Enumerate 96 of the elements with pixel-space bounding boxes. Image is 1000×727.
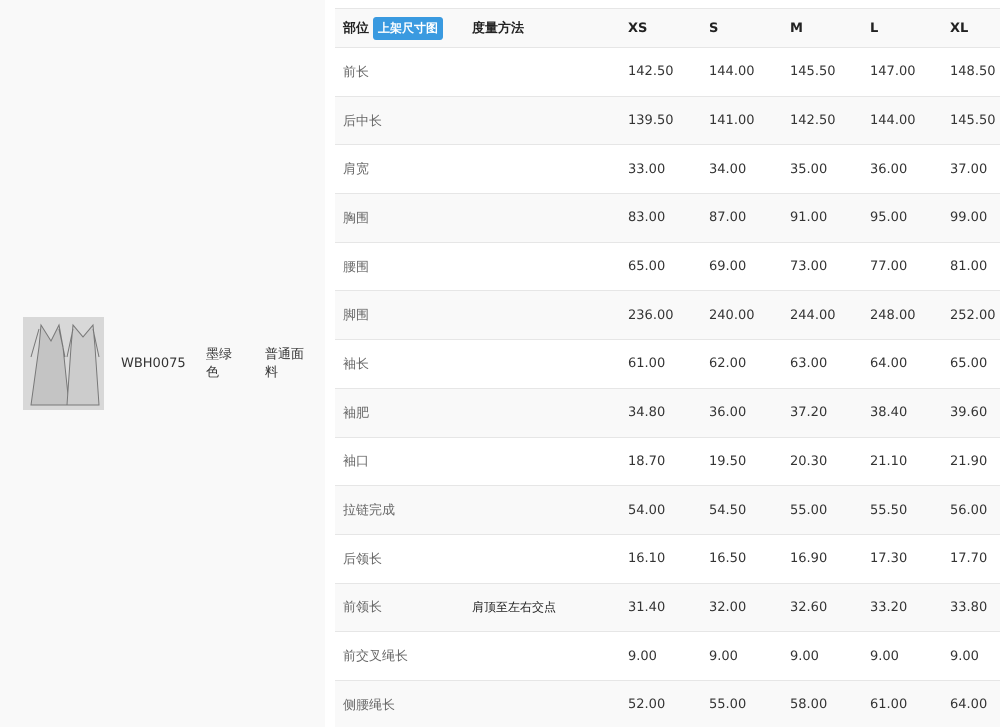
table-cell-text: 32.00 xyxy=(708,598,748,617)
color-name: 墨绿色 xyxy=(206,346,233,382)
table-cell-text: 21.10 xyxy=(869,452,908,471)
column-header: 度量方法 xyxy=(472,20,524,37)
table-cell-text: 35.00 xyxy=(789,160,828,179)
table-cell-text: 20.30 xyxy=(789,452,828,471)
table-cell-text: 18.70 xyxy=(627,452,666,471)
table-cell-text: 62.00 xyxy=(708,355,748,374)
table-cell-text: 39.60 xyxy=(949,404,988,422)
table-cell-text: 33.80 xyxy=(949,598,988,617)
table-cell-text: 147.00 xyxy=(869,63,916,82)
table-cell-text: 肩宽 xyxy=(342,161,370,180)
column-header: XL xyxy=(949,20,970,38)
column-header: S xyxy=(708,20,720,38)
table-cell-text: 244.00 xyxy=(789,306,836,325)
table-cell-text: 54.50 xyxy=(708,502,748,520)
column-header: M xyxy=(789,20,804,38)
table-cell-text: 142.50 xyxy=(627,63,674,82)
table-cell-text: 9.00 xyxy=(627,648,658,666)
table-cell-text: 55.00 xyxy=(789,502,828,520)
table-cell-text: 37.20 xyxy=(789,404,828,422)
table-cell-text: 65.00 xyxy=(949,355,988,374)
table-cell-text: 16.50 xyxy=(708,550,748,568)
table-cell-text: 前长 xyxy=(342,64,370,82)
table-cell-text: 55.50 xyxy=(869,502,908,520)
table-cell-text: 240.00 xyxy=(708,306,756,325)
table-cell-text: 拉链完成 xyxy=(342,502,396,520)
table-cell-text: 腰围 xyxy=(342,258,370,277)
table-cell-text: 33.20 xyxy=(869,598,908,617)
table-cell-text: 后领长 xyxy=(342,550,383,569)
table-cell-text: 144.00 xyxy=(869,112,916,130)
table-cell-text: 脚围 xyxy=(342,307,370,326)
table-cell-text: 34.80 xyxy=(627,404,666,422)
table-cell-text: 148.50 xyxy=(949,63,996,82)
table-cell-text: 54.00 xyxy=(627,502,666,520)
table-cell-text: 55.00 xyxy=(708,696,748,714)
fabric-type: 普通面料 xyxy=(265,346,305,382)
table-cell-text: 145.50 xyxy=(789,63,836,82)
table-cell-text: 141.00 xyxy=(708,112,756,130)
table-cell-text: 9.00 xyxy=(949,648,980,666)
table-cell-text: 后中长 xyxy=(342,112,383,131)
product-code: WBH0075 xyxy=(121,356,187,371)
table-cell-text: 前交叉绳长 xyxy=(342,648,409,666)
table-cell-text: 袖肥 xyxy=(342,404,370,423)
table-cell-text: 9.00 xyxy=(708,648,739,666)
column-header: 部位 xyxy=(343,20,369,37)
table-cell-text: 袖长 xyxy=(342,356,370,374)
table-cell-text: 65.00 xyxy=(627,258,666,276)
table-cell-text: 145.50 xyxy=(949,112,996,130)
table-cell-text: 142.50 xyxy=(789,112,836,130)
table-cell-text: 32.60 xyxy=(789,598,828,617)
table-cell-text: 139.50 xyxy=(627,112,674,130)
table-cell-text: 252.00 xyxy=(949,306,996,325)
table-cell-text: 87.00 xyxy=(708,209,748,228)
table-cell-text: 31.40 xyxy=(627,598,666,617)
table-cell-text: 61.00 xyxy=(869,696,908,714)
table-cell-text: 侧腰绳长 xyxy=(342,696,396,715)
table-cell-text: 58.00 xyxy=(789,696,828,714)
table-cell-text: 99.00 xyxy=(949,209,988,228)
table-cell: 肩顶至左右交点 xyxy=(472,598,556,616)
table-cell-text: 17.30 xyxy=(869,550,908,568)
table-cell-text: 56.00 xyxy=(949,502,988,520)
table-cell-text: 248.00 xyxy=(869,306,916,325)
table-cell-text: 236.00 xyxy=(627,306,674,325)
table-cell-text: 9.00 xyxy=(869,648,900,666)
column-header: L xyxy=(869,20,880,38)
table-cell-text: 77.00 xyxy=(869,258,908,276)
table-cell-text: 前领长 xyxy=(342,599,383,618)
table-cell-text: 9.00 xyxy=(789,648,820,666)
table-cell-text: 38.40 xyxy=(869,404,908,422)
table-cell-text: 91.00 xyxy=(789,209,828,228)
table-cell-text: 34.00 xyxy=(708,160,748,179)
table-cell-text: 16.10 xyxy=(627,550,666,568)
table-cell-text: 144.00 xyxy=(708,63,756,82)
table-cell-text: 73.00 xyxy=(789,258,828,276)
size-chart-badge: 上架尺寸图 xyxy=(373,16,443,40)
table-cell-text: 61.00 xyxy=(627,355,666,374)
table-cell-text: 21.90 xyxy=(949,452,988,471)
table-cell-text: 37.00 xyxy=(949,160,988,179)
table-cell-text: 36.00 xyxy=(708,404,748,422)
table-cell-text: 81.00 xyxy=(949,258,988,276)
table-cell-text: 19.50 xyxy=(708,452,748,471)
column-header: XS xyxy=(627,20,648,38)
table-cell-text: 95.00 xyxy=(869,209,908,228)
table-cell-text: 17.70 xyxy=(949,550,988,568)
table-cell-text: 69.00 xyxy=(708,258,748,276)
table-cell-text: 52.00 xyxy=(627,696,666,714)
table-cell-text: 64.00 xyxy=(869,355,908,374)
table-cell-text: 63.00 xyxy=(789,355,828,374)
table-cell-text: 64.00 xyxy=(949,696,988,714)
table-cell-text: 胸围 xyxy=(342,210,370,228)
table-cell-text: 33.00 xyxy=(627,160,666,179)
table-cell-text: 16.90 xyxy=(789,550,828,568)
table-cell-text: 袖口 xyxy=(342,453,370,472)
table-cell-text: 83.00 xyxy=(627,209,666,228)
table-cell-text: 36.00 xyxy=(869,160,908,179)
